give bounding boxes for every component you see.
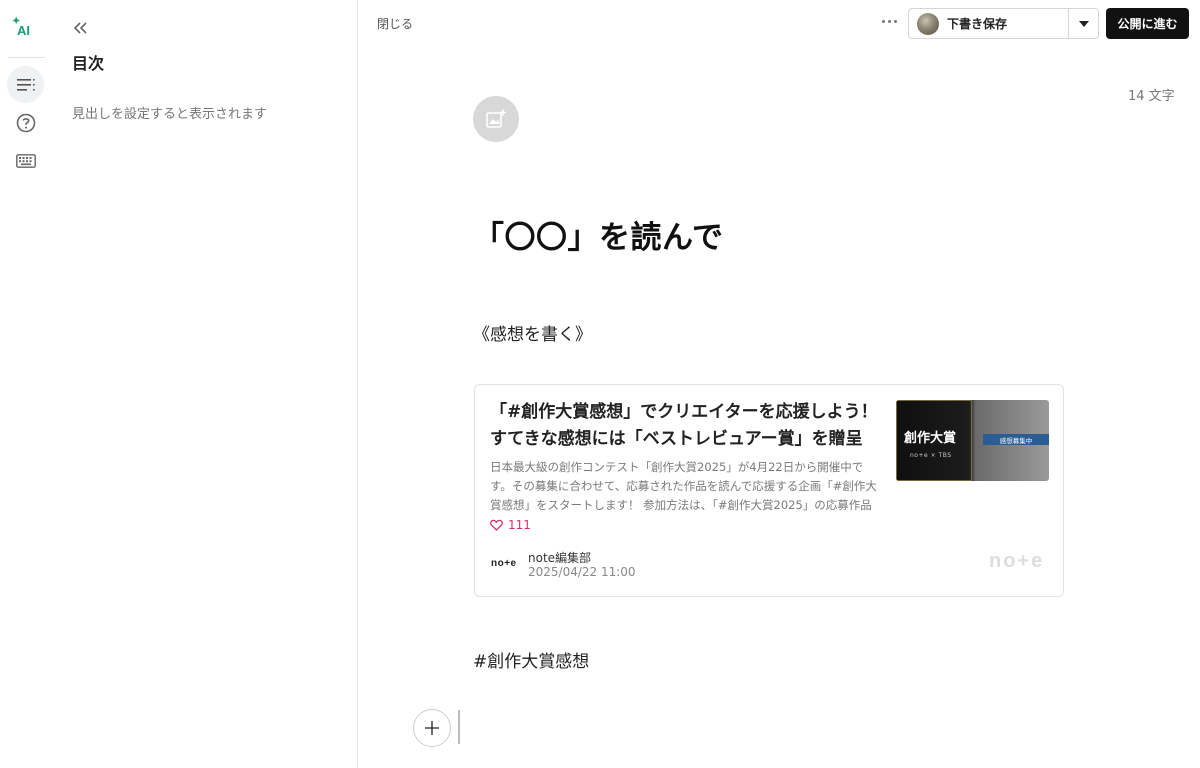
text-cursor	[458, 710, 460, 744]
publish-date: 2025/04/22 11:00	[528, 565, 636, 579]
publish-button[interactable]: 公開に進む	[1106, 8, 1189, 39]
collapse-panel-button[interactable]	[72, 20, 94, 40]
embedded-article-card[interactable]: 「#創作大賞感想」でクリエイターを応援しよう！すてきな感想には「ベストレビュアー…	[474, 384, 1064, 597]
ai-assist-button[interactable]: ✦ AI	[12, 16, 38, 40]
help-button[interactable]	[7, 104, 44, 141]
dot-icon	[881, 19, 885, 23]
thumbnail-title: 創作大賞	[904, 431, 957, 446]
dot-icon	[893, 19, 897, 23]
add-header-image-button[interactable]	[473, 96, 519, 142]
insert-block-button[interactable]	[413, 709, 451, 747]
keyboard-shortcuts-button[interactable]	[7, 142, 44, 179]
embed-title: 「#創作大賞感想」でクリエイターを応援しよう！すてきな感想には「ベストレビュアー…	[490, 402, 878, 449]
thumbnail-subtext: no+e × TBS	[910, 452, 952, 459]
toc-empty-hint: 見出しを設定すると表示されます	[72, 107, 268, 122]
note-watermark-logo: no+e	[989, 550, 1045, 572]
article-title-input[interactable]: 「〇〇」を読んで	[473, 212, 723, 257]
dot-icon	[887, 19, 891, 23]
author-name: note編集部	[528, 551, 592, 565]
character-count: 14 文字	[1128, 89, 1175, 104]
toc-title: 目次	[72, 54, 105, 73]
caret-down-icon	[1078, 20, 1089, 27]
hashtag-paragraph[interactable]: #創作大賞感想	[473, 647, 589, 672]
ai-label: AI	[17, 23, 30, 38]
rail-divider	[8, 57, 45, 58]
double-chevron-left-icon	[73, 22, 87, 34]
embed-description: 日本最大級の創作コンテスト「創作大賞2025」が4月22日から開催中です。その募…	[490, 460, 877, 512]
keyboard-icon	[15, 153, 36, 168]
author-logo: no+e	[491, 558, 517, 569]
help-icon	[16, 113, 35, 132]
toc-panel: 目次 見出しを設定すると表示されます	[50, 0, 358, 768]
icon-rail: ✦ AI	[0, 0, 50, 768]
heart-icon	[490, 519, 503, 531]
toc-list-icon	[16, 78, 35, 91]
more-options-button[interactable]	[876, 12, 902, 30]
body-paragraph[interactable]: 《感想を書く》	[473, 320, 592, 345]
add-image-icon	[486, 109, 506, 128]
save-draft-button[interactable]: 下書き保存	[909, 9, 1068, 38]
embed-likes: 111	[490, 518, 531, 532]
like-count: 111	[508, 518, 531, 532]
draft-options-dropdown[interactable]	[1068, 9, 1098, 38]
close-button[interactable]: 閉じる	[377, 15, 413, 32]
plus-icon	[425, 721, 439, 735]
editor-topbar: 閉じる 下書き保存 公開に進む	[358, 0, 1200, 46]
save-draft-label: 下書き保存	[947, 17, 1008, 31]
thumbnail-band: 感想募集中	[983, 434, 1049, 445]
embed-thumbnail: 創作大賞 no+e × TBS 感想募集中	[896, 400, 1049, 481]
avatar	[917, 12, 939, 35]
draft-save-group: 下書き保存	[908, 8, 1099, 39]
toc-toggle-button[interactable]	[7, 66, 44, 103]
